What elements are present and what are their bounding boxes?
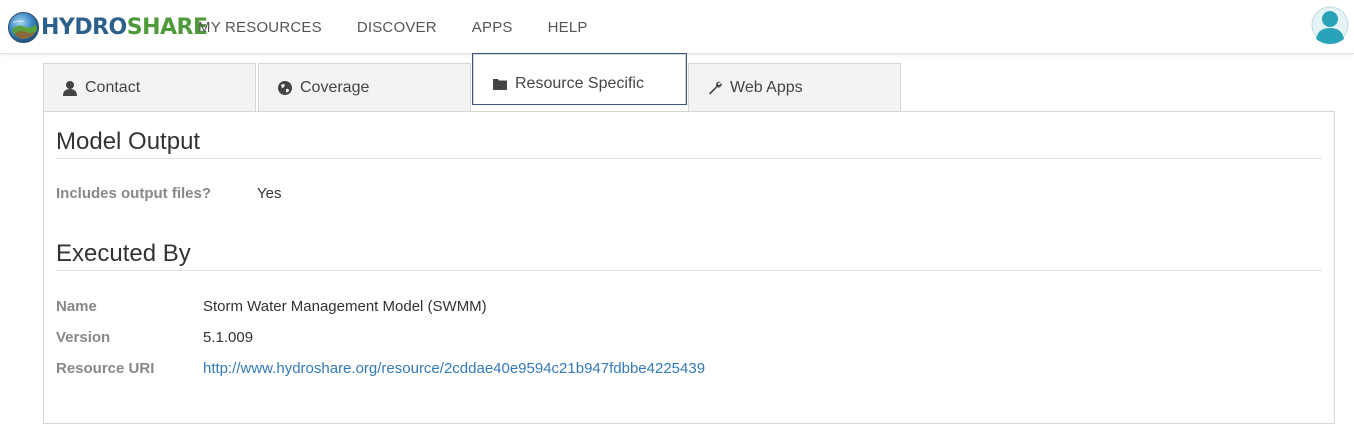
tab-label: Resource Specific — [515, 75, 644, 92]
name-label: Name — [56, 298, 97, 315]
divider — [56, 270, 1322, 271]
executed-by-heading: Executed By — [56, 240, 191, 267]
divider — [56, 158, 1322, 159]
globe-logo-icon — [7, 11, 40, 43]
includes-output-value: Yes — [257, 185, 282, 202]
model-output-heading: Model Output — [56, 128, 201, 155]
resource-uri-label: Resource URI — [56, 360, 155, 377]
hydroshare-logo[interactable]: HYDROSHARE — [7, 10, 208, 44]
tab-contact[interactable]: Contact — [43, 63, 256, 111]
includes-output-label: Includes output files? — [56, 185, 212, 202]
resource-uri-link[interactable]: http://www.hydroshare.org/resource/2cdda… — [203, 360, 705, 377]
user-avatar-icon[interactable] — [1311, 5, 1349, 45]
main-nav: MY RESOURCES DISCOVER APPS HELP — [198, 0, 623, 54]
resource-specific-panel: Model Output Includes output files? Yes … — [43, 111, 1335, 424]
nav-discover[interactable]: DISCOVER — [357, 19, 437, 36]
tab-web-apps[interactable]: Web Apps — [688, 63, 901, 111]
folder-icon — [493, 79, 507, 90]
version-label: Version — [56, 329, 111, 346]
user-icon — [63, 80, 77, 96]
tab-resource-specific[interactable]: Resource Specific — [472, 53, 687, 105]
top-navbar: HYDROSHARE MY RESOURCES DISCOVER APPS HE… — [0, 0, 1354, 54]
tab-coverage[interactable]: Coverage — [258, 63, 471, 111]
nav-my-resources[interactable]: MY RESOURCES — [198, 19, 322, 36]
logo-text: HYDROSHARE — [41, 14, 208, 40]
name-value: Storm Water Management Model (SWMM) — [203, 298, 487, 315]
version-value: 5.1.009 — [203, 329, 254, 346]
globe-icon — [278, 80, 292, 95]
nav-apps[interactable]: APPS — [472, 19, 513, 36]
wrench-icon — [709, 81, 722, 94]
nav-help[interactable]: HELP — [548, 19, 588, 36]
tab-label: Coverage — [300, 78, 370, 96]
tab-label: Contact — [85, 78, 141, 96]
tab-label: Web Apps — [730, 78, 803, 96]
